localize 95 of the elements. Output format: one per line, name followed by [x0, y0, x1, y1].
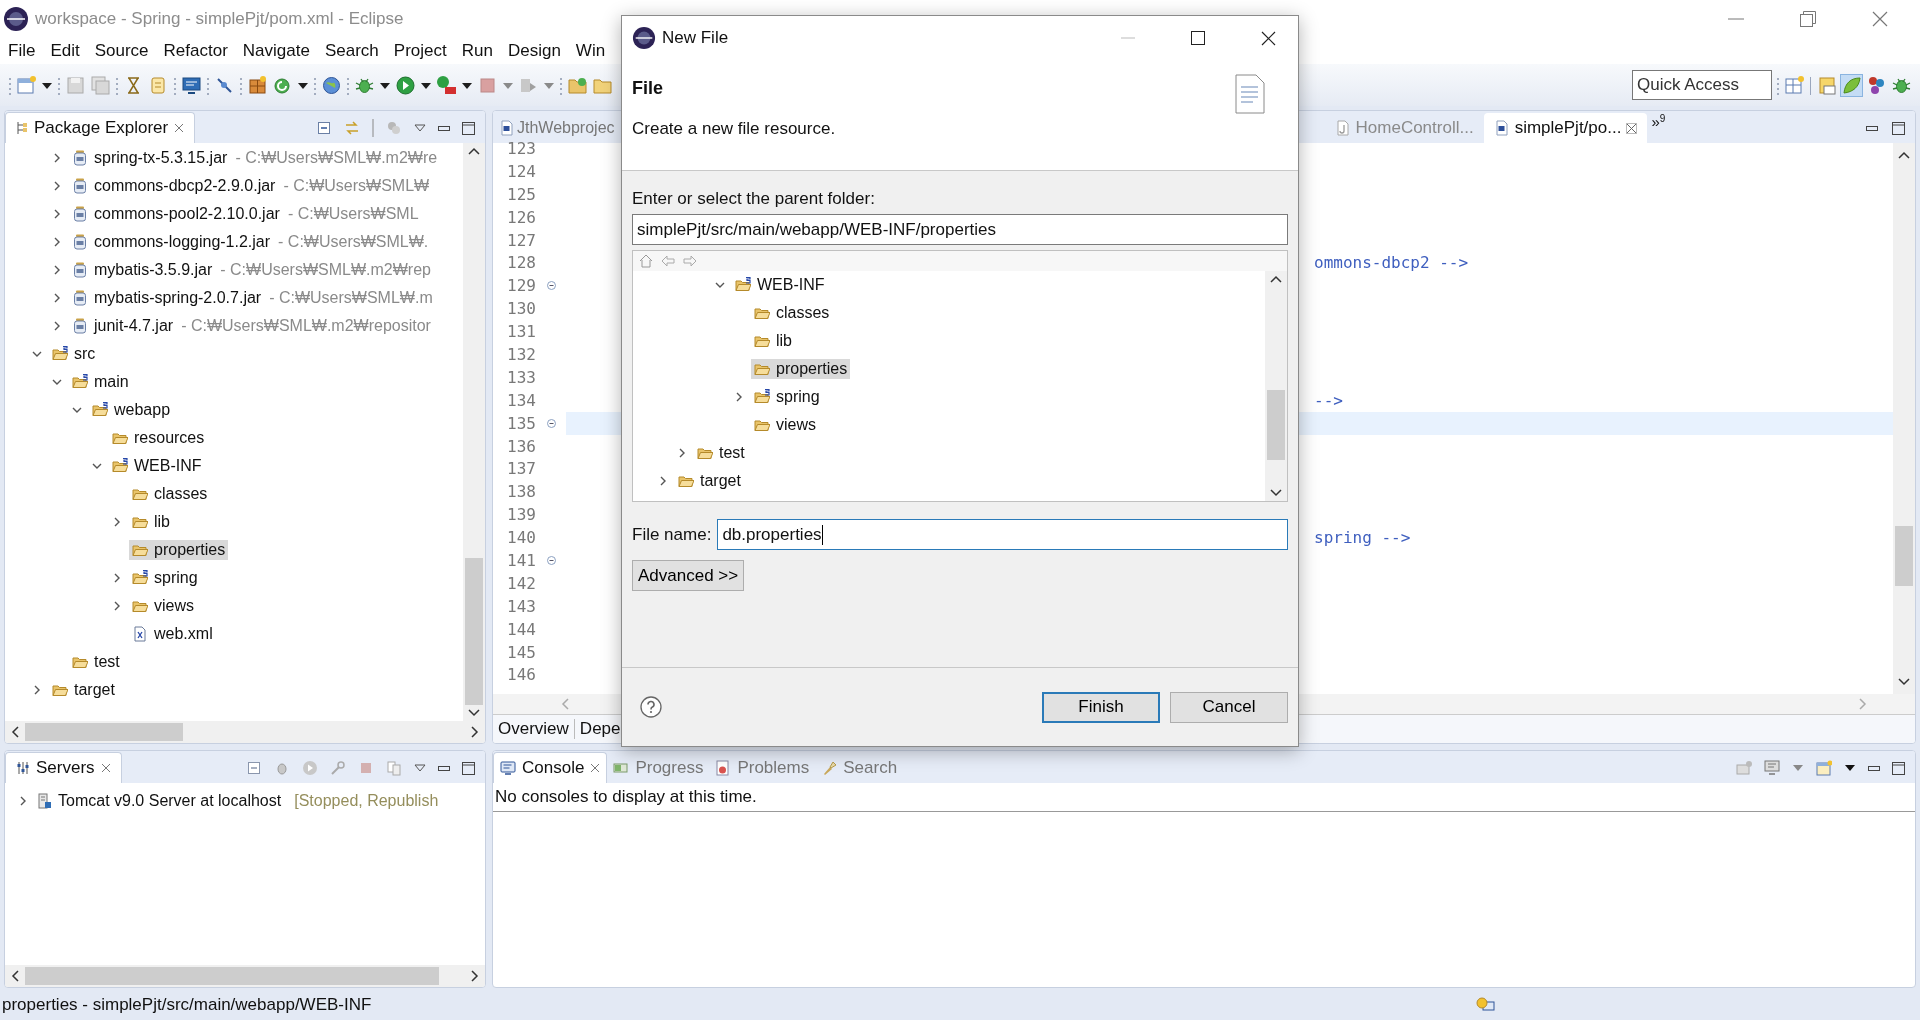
tree-item[interactable]: WEB-INF — [109, 456, 205, 476]
line-number: 130 — [506, 299, 537, 319]
line-number: 128 — [506, 253, 537, 273]
menu-item[interactable]: Navigate — [242, 41, 310, 61]
tree-item[interactable]: classes — [129, 484, 211, 504]
dialog-button[interactable]: Finish — [1042, 691, 1160, 723]
file-path: - C:₩Users₩SML — [287, 205, 419, 223]
page-tab[interactable]: Overview — [493, 719, 575, 739]
tree-item[interactable]: spring — [751, 387, 823, 407]
view-tab[interactable]: Console — [493, 752, 608, 783]
line-number: 136 — [506, 436, 537, 456]
tree-item[interactable]: properties — [129, 540, 229, 560]
line-number: 141 — [506, 550, 537, 570]
view-tab[interactable]: Package Explorer — [5, 112, 196, 143]
tree-item[interactable]: spring — [129, 568, 201, 588]
file-path: - C:₩Users₩SML₩.m2₩repositor — [181, 317, 431, 335]
file-name-field[interactable]: db.properties — [717, 519, 1288, 550]
view-tab[interactable]: Search — [815, 753, 904, 783]
tree-item[interactable]: views — [751, 415, 819, 435]
line-number: 146 — [506, 665, 537, 685]
tree-item[interactable]: mybatis-3.5.9.jar — [69, 260, 216, 280]
code-line: --> — [1314, 390, 1343, 410]
view-tab[interactable]: Problems — [709, 753, 816, 783]
menu-item[interactable]: Source — [94, 41, 149, 61]
tree-item[interactable]: commons-logging-1.2.jar — [69, 232, 274, 252]
menu-item[interactable]: Refactor — [163, 41, 228, 61]
advanced-button[interactable]: Advanced >> — [632, 560, 745, 591]
console-message: No consoles to display at this time. — [495, 787, 757, 806]
line-number: 127 — [506, 230, 537, 250]
tree-item[interactable]: WEB-INF — [732, 275, 828, 295]
line-number: 137 — [506, 459, 537, 479]
tree-item[interactable]: main — [69, 372, 132, 392]
file-path: - C:₩Users₩SML₩.m2₩rep — [220, 261, 431, 279]
tree-item[interactable]: target — [675, 471, 744, 491]
line-number: 124 — [506, 161, 537, 181]
file-name-label: File name: — [632, 524, 712, 545]
window-title: workspace - Spring - simplePjt/pom.xml - Eclipse — [35, 9, 404, 29]
view-tab[interactable]: Servers — [5, 752, 122, 783]
tree-item[interactable]: lib — [129, 512, 173, 532]
server-status: [Stopped, Republish — [294, 792, 439, 810]
file-path: - C:₩Users₩SML₩ — [283, 177, 430, 195]
tree-item[interactable]: spring-tx-5.3.15.jar — [69, 148, 231, 168]
dialog-title: New File — [662, 28, 729, 48]
tree-item[interactable]: webapp — [89, 400, 174, 420]
tree-item[interactable]: test — [694, 443, 748, 463]
dialog-button[interactable]: Cancel — [1170, 691, 1288, 723]
dialog-heading: File — [632, 78, 664, 99]
folder-field[interactable]: simplePjt/src/main/webapp/WEB-INF/properties — [632, 214, 1288, 245]
line-number: 126 — [506, 207, 537, 227]
editor-tab[interactable]: simplePjt/po... — [1483, 113, 1648, 143]
tree-item[interactable]: mybatis-spring-2.0.7.jar — [69, 288, 265, 308]
tree-item[interactable]: lib — [751, 331, 795, 351]
view-tab[interactable]: Progress — [607, 753, 710, 783]
menu-item[interactable]: Design — [507, 41, 561, 61]
menu-item[interactable]: Search — [324, 41, 379, 61]
tree-item[interactable]: classes — [751, 303, 833, 323]
line-number: 143 — [506, 596, 537, 616]
tree-item[interactable]: junit-4.7.jar — [69, 316, 177, 336]
status-text: properties - simplePjt/src/main/webapp/WEB-INF — [2, 995, 372, 1015]
tree-item[interactable]: views — [129, 596, 197, 616]
line-number: 140 — [506, 528, 537, 548]
menu-item[interactable]: File — [8, 41, 36, 61]
menu-item[interactable]: Edit — [50, 41, 80, 61]
tree-item[interactable]: src — [49, 344, 99, 364]
tree-item[interactable]: target — [49, 680, 118, 700]
line-number: 144 — [506, 619, 537, 639]
line-number: 134 — [506, 390, 537, 410]
tree-item[interactable]: commons-dbcp2-2.9.0.jar — [69, 176, 279, 196]
tree-item[interactable]: web.xml — [129, 624, 216, 644]
tree-item[interactable]: test — [69, 652, 123, 672]
file-path: - C:₩Users₩SML₩.m — [269, 289, 433, 307]
menu-item[interactable]: Project — [393, 41, 447, 61]
quick-access-field[interactable]: Quick Access — [1632, 70, 1772, 100]
tree-item[interactable]: properties — [751, 359, 851, 379]
file-path: - C:₩Users₩SML₩. — [278, 233, 429, 251]
line-number: 135 — [506, 413, 537, 433]
line-number: 142 — [506, 573, 537, 593]
code-line: spring --> — [1314, 528, 1411, 548]
file-path: - C:₩Users₩SML₩.m2₩re — [235, 149, 438, 167]
line-number: 145 — [506, 642, 537, 662]
menu-item[interactable]: Win — [575, 41, 606, 61]
line-number: 132 — [506, 344, 537, 364]
server-item[interactable]: Tomcat v9.0 Server at localhost — [35, 791, 285, 811]
line-number: 139 — [506, 505, 537, 525]
line-number: 131 — [506, 322, 537, 342]
tree-item[interactable]: resources — [109, 428, 208, 448]
menu-item[interactable]: Run — [461, 41, 493, 61]
line-number: 138 — [506, 482, 537, 502]
line-number: 129 — [506, 276, 537, 296]
tree-item[interactable]: commons-pool2-2.10.0.jar — [69, 204, 283, 224]
line-number: 133 — [506, 367, 537, 387]
folder-label: Enter or select the parent folder: — [632, 189, 876, 209]
dialog-description: Create a new file resource. — [632, 119, 836, 139]
line-number: 125 — [506, 184, 537, 204]
code-line: ommons-dbcp2 --> — [1314, 253, 1469, 273]
